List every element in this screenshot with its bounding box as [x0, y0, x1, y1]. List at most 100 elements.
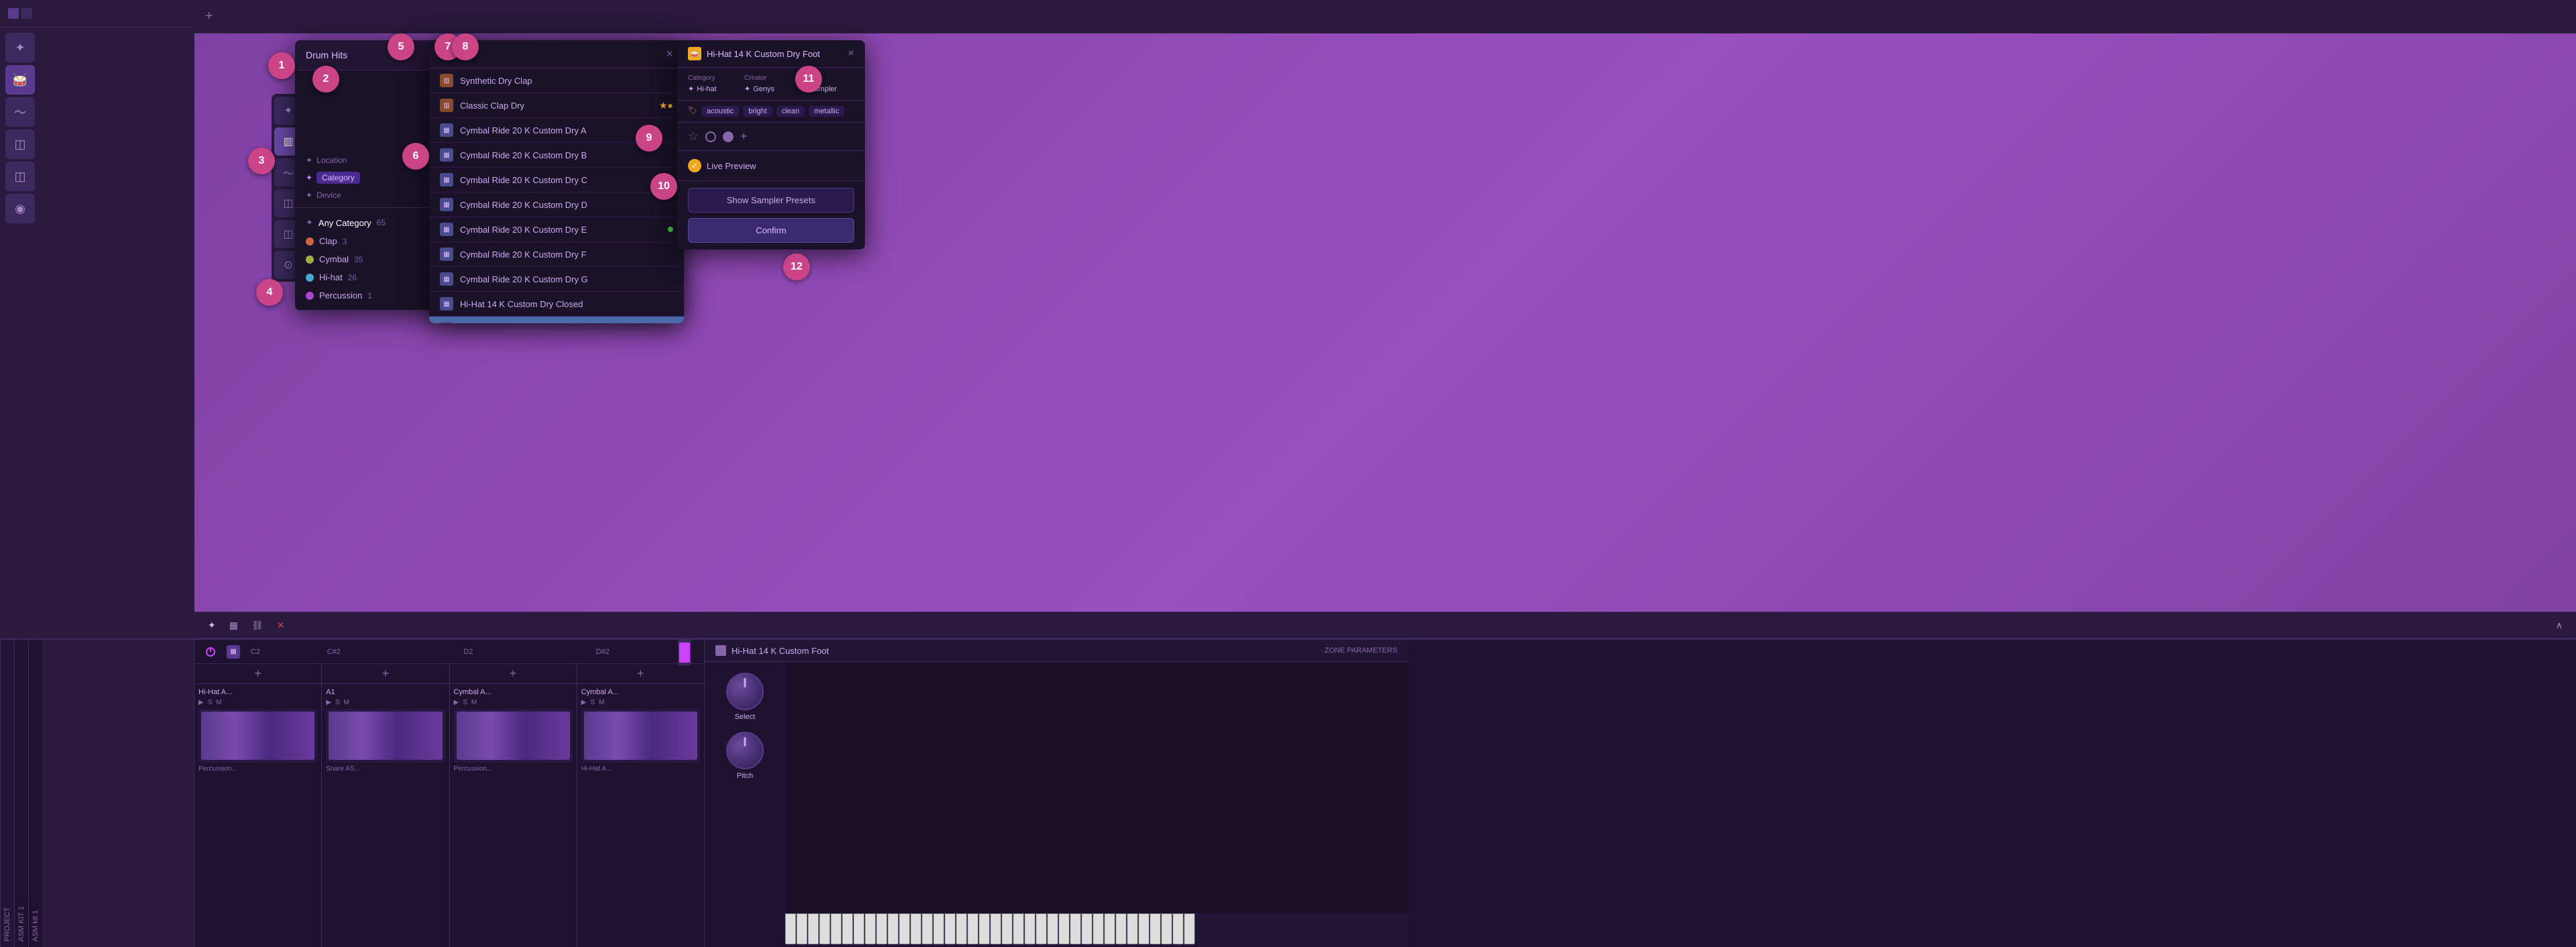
white-key-20[interactable]: [1013, 913, 1024, 944]
mute-btn-1[interactable]: M: [216, 699, 221, 706]
fader-thumb[interactable]: [679, 643, 690, 663]
mute-btn-2[interactable]: M: [344, 699, 349, 706]
sidebar-user-btn[interactable]: ◉: [5, 194, 35, 223]
result-star-1: ★●: [659, 100, 673, 111]
play-btn-1[interactable]: ▶: [198, 699, 204, 706]
add-col-1[interactable]: +: [194, 664, 322, 683]
white-key-17[interactable]: [979, 913, 990, 944]
result-synthetic-dry-clap[interactable]: ▥ Synthetic Dry Clap: [429, 68, 684, 93]
ctrl-grid-btn[interactable]: ▦: [227, 617, 241, 634]
white-key-8[interactable]: [876, 913, 887, 944]
rating-star[interactable]: ☆: [688, 129, 699, 144]
sidebar-photo-btn[interactable]: ◫: [5, 129, 35, 159]
white-key-35[interactable]: [1184, 913, 1195, 944]
white-key-29[interactable]: [1116, 913, 1126, 944]
white-key-27[interactable]: [1093, 913, 1104, 944]
white-key-12[interactable]: [922, 913, 933, 944]
sidebar-wave-btn[interactable]: 〜: [5, 97, 35, 127]
add-button[interactable]: +: [205, 9, 213, 24]
result-classic-clap-dry[interactable]: ▥ Classic Clap Dry ★●: [429, 93, 684, 118]
add-buttons-row: + + + +: [194, 664, 704, 684]
white-key-13[interactable]: [933, 913, 944, 944]
collapse-icon[interactable]: ▦: [227, 645, 240, 659]
white-key-30[interactable]: [1127, 913, 1138, 944]
annotation-10: 10: [650, 173, 677, 200]
result-cymbal-c[interactable]: ▦ Cymbal Ride 20 K Custom Dry C: [429, 168, 684, 192]
result-cymbal-g[interactable]: ▦ Cymbal Ride 20 K Custom Dry G: [429, 267, 684, 292]
add-col-2[interactable]: +: [322, 664, 449, 683]
mute-btn-4[interactable]: M: [599, 699, 604, 706]
white-key-2[interactable]: [808, 913, 819, 944]
search-close-btn[interactable]: ×: [666, 47, 673, 61]
white-key-11[interactable]: [911, 913, 921, 944]
select-knob[interactable]: [726, 673, 764, 710]
ctrl-close-btn[interactable]: ✕: [274, 617, 288, 634]
zone-title: Hi-Hat 14 K Custom Foot: [731, 646, 829, 656]
white-key-6[interactable]: [854, 913, 864, 944]
white-key-28[interactable]: [1104, 913, 1115, 944]
detail-close-btn[interactable]: ×: [848, 48, 854, 60]
result-hihat-closed[interactable]: ▦ Hi-Hat 14 K Custom Dry Closed: [429, 292, 684, 317]
asm-kit2-label: ASM kit 1: [28, 640, 42, 947]
sidebar-drum-btn[interactable]: 🥁: [5, 65, 35, 95]
white-key-32[interactable]: [1150, 913, 1161, 944]
white-key-10[interactable]: [899, 913, 910, 944]
rating-circle-2[interactable]: [723, 131, 734, 142]
white-key-22[interactable]: [1036, 913, 1047, 944]
add-col-4[interactable]: +: [577, 664, 704, 683]
white-key-15[interactable]: [956, 913, 967, 944]
white-key-9[interactable]: [888, 913, 898, 944]
mute-btn-3[interactable]: M: [471, 699, 477, 706]
white-key-4[interactable]: [831, 913, 841, 944]
white-key-33[interactable]: [1161, 913, 1172, 944]
white-key-24[interactable]: [1059, 913, 1069, 944]
rating-plus[interactable]: +: [740, 129, 748, 144]
white-key-3[interactable]: [819, 913, 830, 944]
result-hihat-foot[interactable]: ▦ Hi-Hat 14 K Custom Dry Foot ★: [429, 317, 684, 323]
solo-btn-2[interactable]: S: [335, 699, 340, 706]
white-key-1[interactable]: [797, 913, 807, 944]
asm-kit1-label: ASM KIT 1: [14, 640, 28, 947]
white-key-34[interactable]: [1173, 913, 1183, 944]
project-label: PROJECT: [0, 640, 14, 947]
white-key-14[interactable]: [945, 913, 955, 944]
white-key-23[interactable]: [1047, 913, 1058, 944]
result-cymbal-f[interactable]: ▦ Cymbal Ride 20 K Custom Dry F: [429, 242, 684, 267]
white-key-31[interactable]: [1138, 913, 1149, 944]
search-input[interactable]: [459, 49, 661, 60]
white-key-5[interactable]: [842, 913, 853, 944]
zone-params-header: Hi-Hat 14 K Custom Foot ZONE PARAMETERS: [705, 640, 1408, 662]
result-icon-9: ▦: [440, 297, 453, 311]
solo-btn-3[interactable]: S: [463, 699, 467, 706]
result-cymbal-d[interactable]: ▦ Cymbal Ride 20 K Custom Dry D: [429, 192, 684, 217]
white-key-7[interactable]: [865, 913, 876, 944]
add-col-3[interactable]: +: [450, 664, 577, 683]
play-btn-4[interactable]: ▶: [581, 699, 587, 706]
pad-name-1: Hi-Hat A...: [198, 688, 317, 696]
white-key-21[interactable]: [1024, 913, 1035, 944]
sidebar-star-btn[interactable]: ✦: [5, 33, 35, 62]
white-key-0[interactable]: [785, 913, 796, 944]
play-btn-3[interactable]: ▶: [454, 699, 459, 706]
white-key-18[interactable]: [990, 913, 1001, 944]
ctrl-star-btn[interactable]: ✦: [205, 617, 219, 634]
solo-btn-1[interactable]: S: [208, 699, 213, 706]
show-presets-button[interactable]: Show Sampler Presets: [688, 188, 854, 213]
white-key-19[interactable]: [1002, 913, 1012, 944]
confirm-button[interactable]: Confirm: [688, 218, 854, 243]
detail-creator-header: Creator: [744, 74, 798, 82]
live-preview-check: ✓: [688, 159, 701, 172]
result-cymbal-e[interactable]: ▦ Cymbal Ride 20 K Custom Dry E: [429, 217, 684, 242]
sidebar-photo2-btn[interactable]: ◫: [5, 162, 35, 191]
rating-circle-1[interactable]: [705, 131, 716, 142]
pitch-knob[interactable]: [726, 732, 764, 769]
ctrl-expand-btn[interactable]: ∧: [2553, 617, 2565, 634]
ctrl-chain-btn[interactable]: ⛓: [249, 617, 266, 634]
white-key-25[interactable]: [1070, 913, 1081, 944]
white-key-16[interactable]: [968, 913, 978, 944]
detail-category-value: ✦ Hi-hat: [688, 85, 742, 93]
play-btn-2[interactable]: ▶: [326, 699, 331, 706]
white-key-26[interactable]: [1081, 913, 1092, 944]
solo-btn-4[interactable]: S: [590, 699, 595, 706]
select-knob-container: Select: [726, 673, 764, 721]
